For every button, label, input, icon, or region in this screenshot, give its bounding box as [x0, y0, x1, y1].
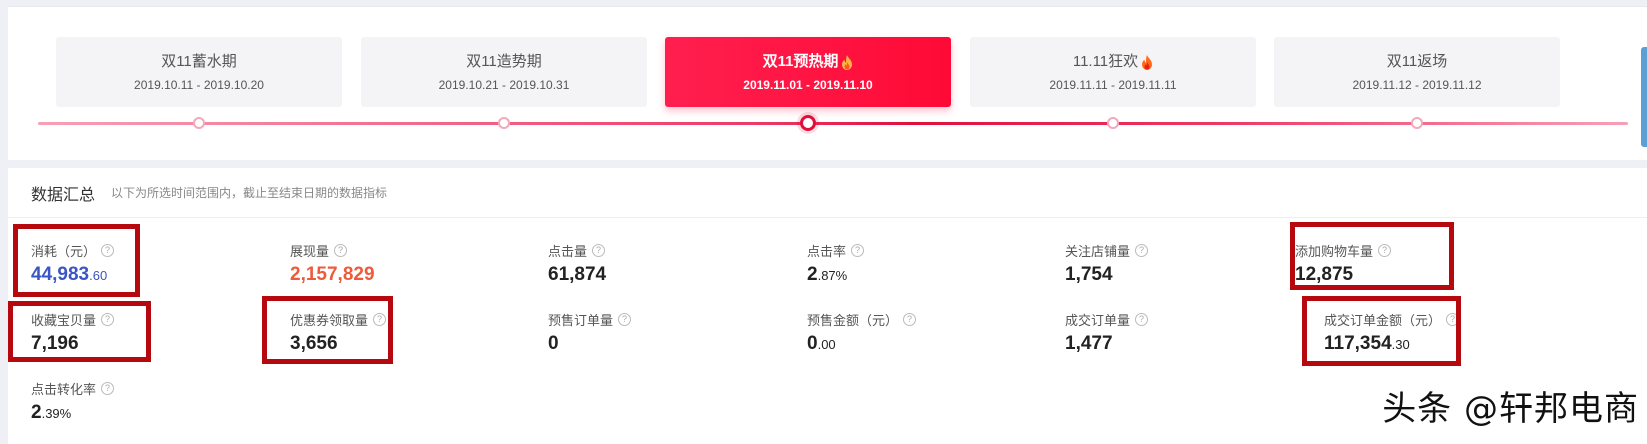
metric-label: 预售金额（元） [807, 312, 899, 328]
metric-coupons: 优惠券领取量? 3,656 [290, 311, 387, 356]
metric-label: 成交订单量 [1065, 312, 1131, 328]
phase-name: 11.11狂欢 [1073, 52, 1153, 72]
phase-card-3[interactable]: 双11预热期 2019.11.01 - 2019.11.10 [665, 37, 951, 107]
phase-panel: 双11蓄水期 2019.10.11 - 2019.10.20 双11造势期 20… [8, 6, 1647, 160]
metric-orders: 成交订单量? 1,477 [1065, 311, 1149, 356]
metric-label: 关注店铺量 [1065, 243, 1131, 259]
metric-label: 点击量 [548, 243, 588, 259]
metric-label: 成交订单金额（元） [1324, 312, 1442, 328]
timeline-node[interactable] [498, 117, 510, 129]
metric-favorites: 收藏宝贝量? 7,196 [31, 311, 115, 356]
help-icon[interactable]: ? [851, 243, 865, 257]
metric-label: 展现量 [290, 243, 330, 259]
help-icon[interactable]: ? [1378, 243, 1392, 257]
help-icon[interactable]: ? [1135, 243, 1149, 257]
summary-header: 数据汇总 以下为所选时间范围内，截止至结束日期的数据指标 [8, 168, 1647, 218]
metric-value: 3,656 [290, 333, 338, 354]
help-icon[interactable]: ? [1446, 312, 1460, 326]
metric-ctr: 点击率? 2.87% [807, 242, 865, 287]
phase-date: 2019.11.12 - 2019.11.12 [1352, 78, 1482, 92]
help-icon[interactable]: ? [101, 312, 115, 326]
metric-impressions: 展现量? 2,157,829 [290, 242, 375, 287]
help-icon[interactable]: ? [334, 243, 348, 257]
metric-value: 2.39% [31, 402, 72, 423]
phase-date: 2019.10.21 - 2019.10.31 [438, 78, 570, 92]
metric-value: 0 [548, 333, 559, 354]
timeline-track [38, 122, 1628, 125]
help-icon[interactable]: ? [618, 312, 632, 326]
summary-subtitle: 以下为所选时间范围内，截止至结束日期的数据指标 [111, 186, 388, 200]
metric-value: 1,477 [1065, 333, 1113, 354]
phase-card-4[interactable]: 11.11狂欢 2019.11.11 - 2019.11.11 [970, 37, 1256, 107]
metric-value: 2,157,829 [290, 264, 375, 285]
phase-card-5[interactable]: 双11返场 2019.11.12 - 2019.11.12 [1274, 37, 1560, 107]
timeline-node[interactable] [193, 117, 205, 129]
phase-name: 双11预热期 [763, 52, 854, 72]
metric-label: 预售订单量 [548, 312, 614, 328]
metric-value: 0.00 [807, 333, 836, 354]
phase-name: 双11蓄水期 [161, 53, 237, 70]
summary-title: 数据汇总 [31, 186, 96, 204]
metric-label: 点击率 [807, 243, 847, 259]
metric-clicks: 点击量? 61,874 [548, 242, 606, 287]
metric-presale-orders: 预售订单量? 0 [548, 311, 632, 356]
phase-date: 2019.11.01 - 2019.11.10 [743, 78, 873, 92]
metric-label: 优惠券领取量 [290, 312, 369, 328]
help-icon[interactable]: ? [903, 312, 917, 326]
metric-value: 12,875 [1295, 264, 1354, 285]
metric-order-amount: 成交订单金额（元）? 117,354.30 [1324, 311, 1460, 356]
phase-name: 双11返场 [1386, 53, 1448, 70]
metric-label: 点击转化率 [31, 381, 97, 397]
timeline-node[interactable] [1107, 117, 1119, 129]
phase-date: 2019.11.11 - 2019.11.11 [1049, 78, 1177, 92]
help-icon[interactable]: ? [101, 381, 115, 395]
help-icon[interactable]: ? [101, 243, 115, 257]
metric-presale-amount: 预售金额（元）? 0.00 [807, 311, 917, 356]
metric-value: 117,354.30 [1324, 333, 1410, 354]
timeline-node-active[interactable] [800, 115, 816, 131]
phase-date: 2019.10.11 - 2019.10.20 [134, 78, 264, 92]
watermark: 头条 @轩邦电商 [1382, 389, 1639, 429]
help-icon[interactable]: ? [592, 243, 606, 257]
metric-store-follows: 关注店铺量? 1,754 [1065, 242, 1149, 287]
fire-icon [842, 54, 853, 70]
phase-name: 双11造势期 [466, 53, 542, 70]
timeline-node[interactable] [1411, 117, 1423, 129]
metric-conversion-rate: 点击转化率? 2.39% [31, 380, 115, 425]
metric-value: 7,196 [31, 333, 79, 354]
side-panel-tab[interactable] [1641, 47, 1647, 147]
phase-card-2[interactable]: 双11造势期 2019.10.21 - 2019.10.31 [361, 37, 647, 107]
metric-value: 1,754 [1065, 264, 1113, 285]
help-icon[interactable]: ? [373, 312, 387, 326]
metric-cost: 消耗（元）? 44,983.60 [31, 242, 115, 287]
metric-label: 消耗（元） [31, 243, 97, 259]
metric-label: 收藏宝贝量 [31, 312, 97, 328]
metric-add-to-cart: 添加购物车量? 12,875 [1295, 242, 1392, 287]
fire-icon [1142, 54, 1153, 70]
phase-card-1[interactable]: 双11蓄水期 2019.10.11 - 2019.10.20 [56, 37, 342, 107]
metric-label: 添加购物车量 [1295, 243, 1374, 259]
help-icon[interactable]: ? [1135, 312, 1149, 326]
metric-value: 2.87% [807, 264, 848, 285]
metric-value: 61,874 [548, 264, 607, 285]
metric-value: 44,983.60 [31, 264, 108, 285]
